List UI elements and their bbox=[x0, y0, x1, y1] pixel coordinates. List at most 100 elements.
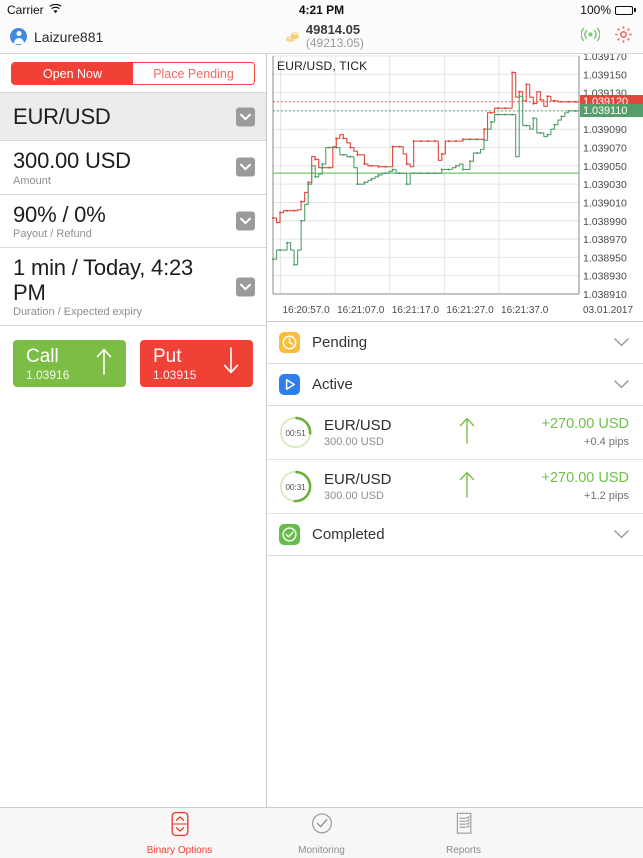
tick-chart[interactable]: 1.0391701.0391501.0391301.0391101.039090… bbox=[267, 54, 643, 322]
trade-result-0: +270.00 USD +0.4 pips bbox=[542, 416, 629, 449]
svg-text:16:21:17.0: 16:21:17.0 bbox=[392, 305, 440, 316]
svg-text:03.01.2017: 03.01.2017 bbox=[583, 305, 633, 316]
call-put-wrap: Call 1.03916 Put 1.03915 bbox=[0, 326, 266, 388]
param-symbol-value: EUR/USD bbox=[13, 104, 111, 129]
arrow-down-icon bbox=[222, 346, 240, 381]
param-duration[interactable]: 1 min / Today, 4:23 PM Duration / Expect… bbox=[0, 246, 266, 326]
trade-amount-0: 300.00 USD bbox=[324, 435, 384, 448]
trade-timer-1: 00:31 bbox=[279, 470, 312, 503]
account-bar: Laizure881 49814.05 (49213.05) bbox=[0, 20, 643, 54]
trade-amount-1: 300.00 USD bbox=[324, 489, 384, 502]
gear-icon[interactable] bbox=[614, 25, 633, 49]
section-pending-chevron-down-icon[interactable] bbox=[614, 334, 629, 352]
account-balance[interactable]: 49814.05 (49213.05) bbox=[284, 23, 364, 49]
status-bar-left: Carrier bbox=[7, 3, 62, 17]
status-bar-right: 100% bbox=[580, 3, 636, 17]
svg-text:1.038910: 1.038910 bbox=[583, 289, 627, 301]
bid-price-badge: 1.039110 bbox=[580, 104, 643, 118]
param-amount-value: 300.00 USD bbox=[13, 148, 131, 174]
arrow-up-icon bbox=[95, 346, 113, 381]
balance-text: 49814.05 (49213.05) bbox=[306, 23, 364, 49]
param-duration-chevron-down-icon[interactable] bbox=[236, 277, 255, 297]
param-amount[interactable]: 300.00 USD Amount bbox=[0, 140, 266, 194]
trade-timer-label-1: 00:31 bbox=[285, 481, 306, 492]
updown-arrows-icon bbox=[167, 811, 193, 842]
put-price: 1.03915 bbox=[153, 367, 197, 382]
param-duration-value: 1 min / Today, 4:23 PM bbox=[13, 254, 194, 306]
signal-connection-icon[interactable] bbox=[580, 27, 601, 47]
svg-text:1.039030: 1.039030 bbox=[583, 179, 627, 191]
svg-text:1.039090: 1.039090 bbox=[583, 124, 627, 136]
param-amount-label: Amount bbox=[13, 174, 51, 187]
param-symbol-chevron-down-icon[interactable] bbox=[236, 107, 255, 127]
trade-sections: Pending Active 00:51 EUR/USD 300.00 USD … bbox=[267, 322, 643, 807]
svg-text:16:21:37.0: 16:21:37.0 bbox=[501, 305, 549, 316]
svg-text:1.038950: 1.038950 bbox=[583, 252, 627, 264]
ios-status-bar: Carrier 4:21 PM 100% bbox=[0, 0, 643, 20]
report-list-icon bbox=[451, 811, 477, 842]
main-content: Open Now Place Pending EUR/USD 300.00 US… bbox=[0, 54, 643, 807]
section-completed-label: Completed bbox=[312, 526, 385, 543]
call-label: Call bbox=[26, 345, 59, 367]
check-circle-icon bbox=[279, 524, 300, 545]
svg-text:1.038970: 1.038970 bbox=[583, 234, 627, 246]
equity-value: (49213.05) bbox=[305, 36, 364, 51]
tab-binary-options[interactable]: Binary Options bbox=[136, 811, 224, 856]
section-completed[interactable]: Completed bbox=[267, 514, 643, 556]
trade-timer-label-0: 00:51 bbox=[285, 427, 306, 438]
section-pending[interactable]: Pending bbox=[267, 322, 643, 364]
tab-binary-options-label: Binary Options bbox=[146, 844, 213, 856]
tab-place-pending[interactable]: Place Pending bbox=[133, 63, 254, 84]
param-amount-chevron-down-icon[interactable] bbox=[236, 157, 255, 177]
tab-monitoring[interactable]: Monitoring bbox=[278, 811, 366, 856]
trade-result-1: +270.00 USD +1.2 pips bbox=[542, 470, 629, 503]
trade-symbol-0: EUR/USD bbox=[324, 416, 392, 434]
section-completed-chevron-down-icon[interactable] bbox=[614, 526, 629, 544]
coin-stack-icon bbox=[284, 28, 300, 44]
table-row[interactable]: 00:31 EUR/USD 300.00 USD +270.00 USD +1.… bbox=[267, 460, 643, 514]
call-price: 1.03916 bbox=[26, 367, 70, 382]
param-symbol[interactable]: EUR/USD bbox=[0, 92, 266, 141]
clock-icon bbox=[279, 332, 300, 353]
section-active[interactable]: Active bbox=[267, 364, 643, 406]
battery-full-icon bbox=[615, 5, 636, 15]
svg-text:16:21:07.0: 16:21:07.0 bbox=[337, 305, 385, 316]
svg-text:16:21:27.0: 16:21:27.0 bbox=[446, 305, 494, 316]
svg-text:1.039150: 1.039150 bbox=[583, 69, 627, 81]
trade-timer-0: 00:51 bbox=[279, 416, 312, 449]
trade-profit-0: +270.00 USD bbox=[541, 416, 629, 433]
tab-open-now[interactable]: Open Now bbox=[12, 63, 133, 84]
account-user[interactable]: Laizure881 bbox=[10, 28, 103, 45]
battery-percent-label: 100% bbox=[580, 3, 611, 17]
order-mode-segment-wrap: Open Now Place Pending bbox=[0, 54, 266, 92]
trade-pips-0: +0.4 pips bbox=[584, 435, 629, 448]
svg-text:16:20:57.0: 16:20:57.0 bbox=[282, 305, 330, 316]
tab-reports[interactable]: Reports bbox=[420, 811, 508, 856]
svg-text:1.039070: 1.039070 bbox=[583, 143, 627, 155]
right-panel: 1.0391701.0391501.0391301.0391101.039090… bbox=[267, 54, 643, 807]
table-row[interactable]: 00:51 EUR/USD 300.00 USD +270.00 USD +0.… bbox=[267, 406, 643, 460]
trade-info-0: EUR/USD 300.00 USD bbox=[324, 417, 392, 449]
param-payout[interactable]: 90% / 0% Payout / Refund bbox=[0, 193, 266, 247]
call-button[interactable]: Call 1.03916 bbox=[13, 340, 126, 388]
section-active-chevron-down-icon[interactable] bbox=[614, 376, 629, 394]
svg-text:1.038990: 1.038990 bbox=[583, 216, 627, 228]
bottom-tab-bar: Binary Options Monitoring Reports bbox=[0, 807, 643, 858]
param-payout-label: Payout / Refund bbox=[13, 227, 92, 240]
order-panel: Open Now Place Pending EUR/USD 300.00 US… bbox=[0, 54, 267, 807]
tab-monitoring-label: Monitoring bbox=[298, 844, 345, 856]
trade-pips-1: +1.2 pips bbox=[584, 489, 629, 502]
param-payout-chevron-down-icon[interactable] bbox=[236, 211, 255, 231]
user-avatar-icon bbox=[10, 28, 27, 45]
param-duration-label: Duration / Expected expiry bbox=[13, 306, 143, 319]
trade-symbol-1: EUR/USD bbox=[324, 470, 392, 488]
svg-text:1.039170: 1.039170 bbox=[583, 54, 627, 63]
app-root: Carrier 4:21 PM 100% Laizure881 49814.05… bbox=[0, 0, 643, 858]
put-label: Put bbox=[153, 345, 182, 367]
status-bar-clock: 4:21 PM bbox=[298, 3, 345, 17]
svg-text:1.039010: 1.039010 bbox=[583, 197, 627, 209]
arrow-up-icon bbox=[457, 415, 477, 450]
account-actions bbox=[580, 25, 633, 49]
carrier-label: Carrier bbox=[7, 3, 44, 17]
put-button[interactable]: Put 1.03915 bbox=[140, 340, 253, 388]
